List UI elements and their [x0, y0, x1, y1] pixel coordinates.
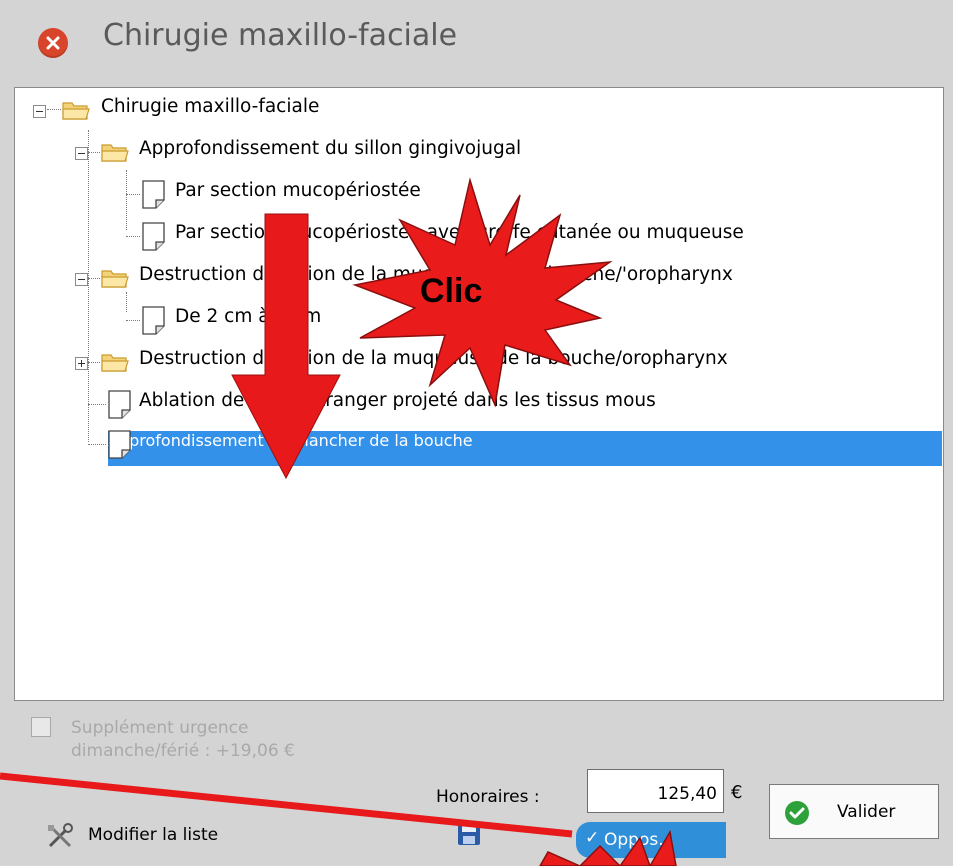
valider-label: Valider [837, 802, 896, 822]
honoraires-input[interactable]: 125,40 [587, 769, 724, 813]
urgence-line-2: dimanche/férié : +19,06 € [71, 741, 295, 761]
tree-node-label: Destruction de lésion de la muqueuse de … [139, 348, 728, 369]
window-title-bar: Chirugie maxillo-faciale [0, 0, 953, 82]
tree-node-selected[interactable]: Approfondissement du plancher de la bouc… [108, 431, 942, 466]
document-icon [142, 180, 165, 209]
tree-node[interactable]: Approfondissement du sillon gingivojugal [15, 132, 935, 172]
oppos-label: Oppos. [604, 830, 664, 850]
folder-icon [62, 102, 90, 120]
tree-node[interactable]: Ablation de corps étranger projeté dans … [15, 384, 935, 424]
clic-label: Clic [420, 272, 483, 310]
document-icon [142, 222, 165, 251]
collapse-icon[interactable] [33, 105, 46, 118]
procedure-tree[interactable]: Chirugie maxillo-faciale Approfondisseme… [14, 87, 944, 701]
tree-node-label: Chirugie maxillo-faciale [101, 96, 320, 117]
tree-node-label: Approfondissement du sillon gingivojugal [139, 138, 522, 159]
save-icon[interactable] [456, 821, 482, 851]
document-icon [108, 390, 131, 419]
folder-icon [101, 270, 129, 288]
tree-node[interactable]: Destruction de lésion de la muqueuse de … [15, 342, 935, 382]
expand-icon[interactable] [75, 357, 88, 370]
tools-icon [48, 823, 73, 848]
tree-node-label: Approfondissement du plancher de la bouc… [108, 431, 473, 450]
tree-node-label: Par section mucopériostée [175, 180, 421, 201]
valider-button[interactable]: Valider [769, 784, 939, 839]
honoraires-label: Honoraires : [436, 787, 540, 807]
folder-icon [101, 354, 129, 372]
currency-label: € [731, 782, 743, 803]
collapse-icon[interactable] [75, 273, 88, 286]
urgence-checkbox[interactable] [31, 717, 51, 737]
tree-node-label: Ablation de corps étranger projeté dans … [139, 390, 656, 411]
modifier-liste-label: Modifier la liste [88, 825, 219, 845]
tree-node-label: De 2 cm à 4 cm [175, 306, 322, 327]
collapse-icon[interactable] [75, 147, 88, 160]
tree-node[interactable]: Par section mucopériostée avec greffe cu… [15, 216, 935, 256]
tree-node-label: Par section mucopériostée avec greffe cu… [175, 222, 744, 243]
urgence-label: Supplément urgence dimanche/férié : +19,… [71, 717, 295, 763]
document-icon [108, 430, 131, 459]
folder-icon [101, 144, 129, 162]
close-icon[interactable] [38, 28, 68, 58]
tree-node[interactable]: Par section mucopériostée [15, 174, 935, 214]
oppos-button[interactable]: ✓ Oppos. [576, 822, 726, 858]
document-icon [142, 306, 165, 335]
checkmark-icon [785, 801, 809, 825]
checkmark-icon: ✓ [585, 828, 600, 848]
window-title: Chirugie maxillo-faciale [103, 18, 458, 53]
tree-node-root[interactable]: Chirugie maxillo-faciale [15, 90, 935, 130]
tree-guide-line [88, 444, 106, 445]
urgence-line-1: Supplément urgence [71, 718, 249, 738]
